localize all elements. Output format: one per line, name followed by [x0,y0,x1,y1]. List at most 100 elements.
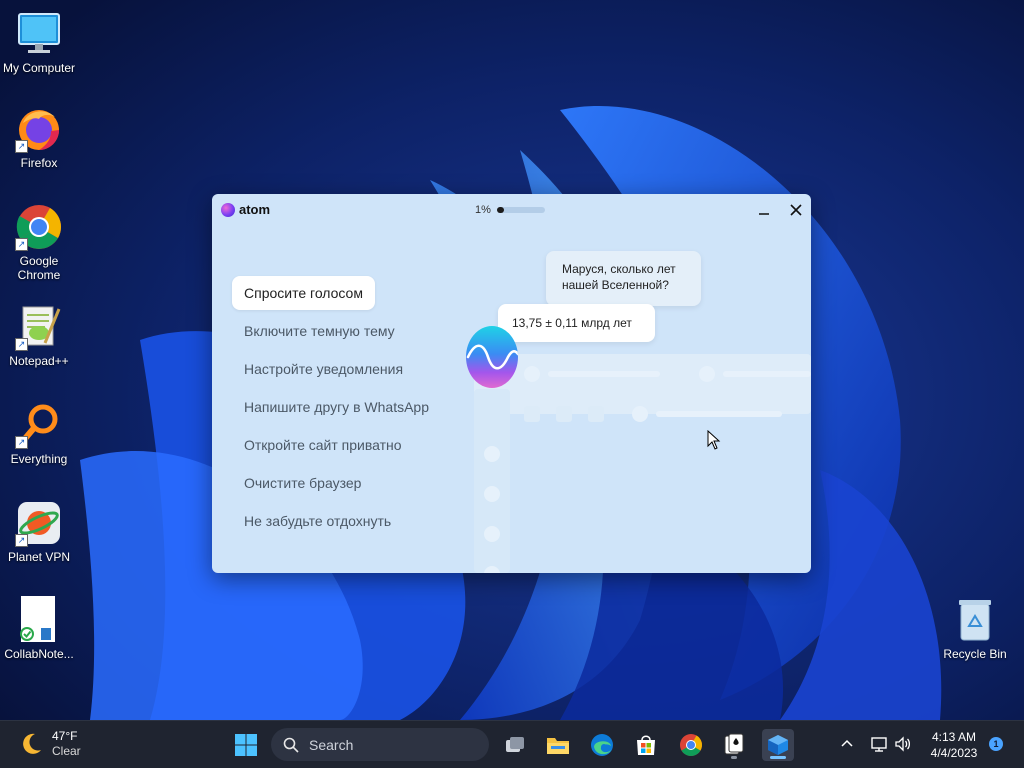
menu-item-clear-browser[interactable]: Очистите браузер [232,466,373,500]
minimize-icon [759,213,769,215]
file-explorer-button[interactable] [542,729,574,761]
network-icon [871,737,887,752]
monitor-icon [15,10,63,58]
menu-item-whatsapp[interactable]: Напишите другу в WhatsApp [232,390,441,424]
menu-item-rest[interactable]: Не забудьте отдохнуть [232,504,403,538]
system-clock[interactable]: 4:13 AM 4/4/2023 [920,729,988,761]
weather-temperature: 47°F [52,729,78,743]
windows-logo-icon [235,734,257,756]
desktop-icon-planet-vpn[interactable]: ↗ Planet VPN [0,499,78,564]
shortcut-arrow-icon: ↗ [15,140,28,153]
desktop-icon-google-chrome[interactable]: ↗ Google Chrome [0,203,78,282]
task-view-icon [506,737,524,752]
ghost-dot [484,446,500,462]
running-indicator [731,756,737,759]
desktop-icon-label: Everything [10,452,68,466]
ghost-dot [699,366,715,382]
minimize-button[interactable] [753,199,775,221]
active-indicator [770,756,786,759]
store-icon [637,735,655,755]
ghost-sidebar [474,389,510,573]
progress-bar [496,207,545,213]
shortcut-arrow-icon: ↗ [15,338,28,351]
desktop-icon-my-computer[interactable]: My Computer [0,10,78,75]
weather-condition: Clear [52,744,81,758]
atom-logo-icon [221,202,235,217]
ghost-dot [524,366,540,382]
weather-widget[interactable]: 47°F Clear [18,729,81,759]
shortcut-arrow-icon: ↗ [15,534,28,547]
ghost-dot [484,526,500,542]
firefox-icon: ↗ [15,105,63,153]
everything-icon: ↗ [15,401,63,449]
shortcut-arrow-icon: ↗ [15,436,28,449]
planet-vpn-icon: ↗ [15,499,63,547]
menu-item-voice[interactable]: Спросите голосом [232,276,375,310]
mouse-cursor-icon [707,430,721,450]
solitaire-icon [724,733,744,755]
desktop-icon-recycle-bin[interactable]: Recycle Bin [936,596,1014,661]
volume-button[interactable] [893,735,913,755]
atom-brand-label: atom [239,202,271,217]
atom-browser-window[interactable]: atom 1% Спросите голосом Включите темную… [212,194,811,573]
solitaire-button[interactable] [718,729,750,761]
search-label: Search [309,736,354,753]
desktop-icon-label: CollabNote... [4,647,74,661]
taskbar: 47°F Clear Search 4:13 AM 4/4/2023 1 [0,720,1024,768]
menu-item-private-site[interactable]: Откройте сайт приватно [232,428,414,462]
voice-answer-bubble: 13,75 ± 0,11 млрд лет [498,304,655,342]
collabnote-icon [15,596,63,644]
folder-icon [547,738,569,754]
atom-taskbar-button[interactable] [762,729,794,761]
close-icon [790,204,802,216]
task-view-button[interactable] [499,729,531,761]
desktop-icon-collabnote[interactable]: CollabNote... [0,596,78,661]
speaker-icon [895,736,911,752]
notification-badge[interactable]: 1 [989,737,1003,751]
network-button[interactable] [869,735,889,755]
edge-icon [591,734,613,756]
progress-fill [496,207,504,213]
clock-time: 4:13 AM [931,730,977,744]
menu-item-notifications[interactable]: Настройте уведомления [232,352,415,386]
close-button[interactable] [785,199,807,221]
chrome-icon: ↗ [15,203,63,251]
chrome-icon [680,734,702,756]
ghost-square [524,406,540,422]
chevron-up-icon [841,739,853,747]
ghost-line [723,371,811,377]
desktop-icon-label: Firefox [20,156,58,170]
ghost-line [656,411,782,417]
desktop-icon-label: Planet VPN [7,550,71,564]
taskbar-search[interactable]: Search [271,728,489,761]
ghost-square [556,406,572,422]
search-icon [283,737,299,753]
progress-percent: 1% [475,204,491,216]
ghost-toolbar [474,354,811,414]
package-icon [768,735,788,755]
ghost-square [588,406,604,422]
show-hidden-icons-button[interactable] [837,735,857,755]
ghost-line [548,371,660,377]
voice-assistant-orb-icon[interactable] [466,326,518,388]
feature-menu: Спросите голосом Включите темную тему На… [232,276,441,542]
recycle-bin-icon [951,596,999,644]
start-button[interactable] [230,729,262,761]
desktop-icon-everything[interactable]: ↗ Everything [0,401,78,466]
ghost-dot [632,406,648,422]
desktop-icon-label: Notepad++ [9,354,69,368]
voice-question-bubble: Маруся, сколько лет нашей Вселенной? [546,251,701,306]
desktop-icon-notepadpp[interactable]: ↗ Notepad++ [0,303,78,368]
shortcut-arrow-icon: ↗ [15,238,28,251]
desktop-icon-label: My Computer [2,61,76,75]
atom-logo: atom [221,202,270,217]
ghost-dot [484,486,500,502]
menu-item-dark-theme[interactable]: Включите темную тему [232,314,407,348]
clock-date: 4/4/2023 [930,746,978,760]
moon-icon [23,733,41,754]
edge-button[interactable] [586,729,618,761]
chrome-taskbar-button[interactable] [675,729,707,761]
desktop-icon-label: Recycle Bin [943,647,1007,661]
desktop-icon-firefox[interactable]: ↗ Firefox [0,105,78,170]
store-button[interactable] [630,729,662,761]
